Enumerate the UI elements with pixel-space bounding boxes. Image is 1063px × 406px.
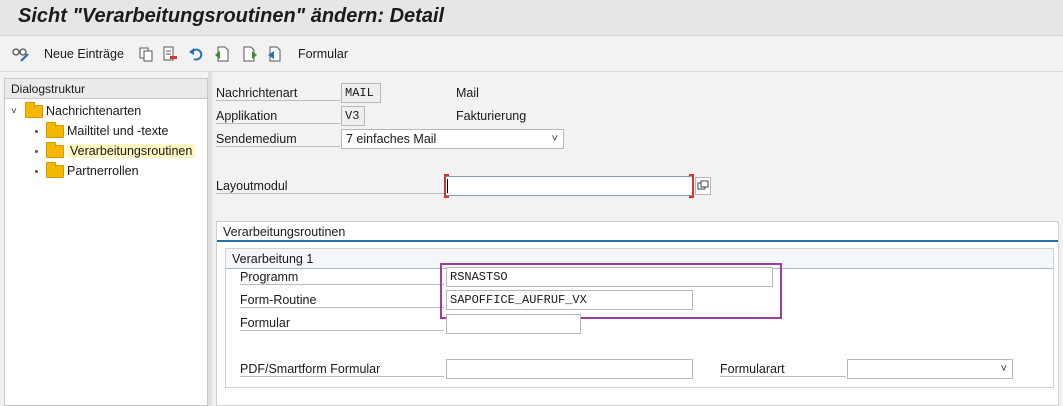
formular-button-label: Formular [298,47,349,61]
display-change-button[interactable] [12,45,29,63]
layoutmodul-label: Layoutmodul [216,179,444,194]
form-routine-label: Form-Routine [240,293,444,308]
glasses-pencil-icon [12,46,29,62]
required-marker-left [444,174,449,198]
applikation-label: Applikation [216,109,340,124]
folder-icon [46,121,64,138]
tree-item-verarbeitungsroutinen[interactable]: Verarbeitungsroutinen [35,141,196,161]
page-export-icon [266,46,282,62]
value-help-button[interactable] [695,177,711,195]
page-previous-icon [214,46,230,62]
sendemedium-label: Sendemedium [216,132,340,147]
detail-area: Nachrichtenart MAIL Mail Applikation V3 … [212,72,1063,406]
title-bar: Sicht "Verarbeitungsroutinen" ändern: De… [0,0,1063,36]
bullet-icon [35,129,38,133]
page-next-icon [242,46,258,62]
undo-icon [188,46,204,62]
chevron-down-icon: ˅ [1000,363,1007,375]
highlight-box [440,263,782,319]
next-entry-button[interactable] [242,45,258,63]
nachrichtenart-label: Nachrichtenart [216,86,340,101]
required-marker-right [689,174,694,198]
dialog-structure-header: Dialogstruktur [5,79,207,99]
folder-open-icon [46,141,64,158]
sendemedium-select[interactable]: 7 einfaches Mail ˅ [341,129,564,149]
sendemedium-value: 7 einfaches Mail [346,132,437,146]
programm-label: Programm [240,270,444,285]
pdf-smartform-label: PDF/Smartform Formular [240,362,444,377]
formular-button[interactable]: Formular [298,45,348,63]
chevron-down-icon[interactable]: ˅ [11,106,25,117]
tree-item-partnerrollen[interactable]: Partnerrollen [35,161,139,181]
formular-label: Formular [240,316,444,331]
applikation-text: Fakturierung [456,109,527,123]
tree-item-label: Partnerrollen [67,164,139,178]
folder-open-icon [25,101,43,118]
copy-icon [138,46,154,62]
formular-input[interactable] [446,314,581,334]
tree-item-mailtitel[interactable]: Mailtitel und -texte [35,121,168,141]
nachrichtenart-field: MAIL [341,83,381,103]
delete-button[interactable] [162,45,178,63]
chevron-down-icon: ˅ [551,133,558,145]
bullet-icon [35,169,38,173]
new-entries-button[interactable]: Neue Einträge [44,45,124,63]
tree-item-label: Mailtitel und -texte [67,124,169,138]
delete-icon [162,46,178,62]
tree-item-label: Nachrichtenarten [46,104,142,118]
dialog-structure-panel: Dialogstruktur ˅ Nachrichtenarten Mailti… [4,78,208,406]
previous-entry-button[interactable] [214,45,230,63]
tree-item-label-selected: Verarbeitungsroutinen [67,144,196,158]
pdf-smartform-input[interactable] [446,359,693,379]
page-title: Sicht "Verarbeitungsroutinen" ändern: De… [18,5,445,27]
formularart-select[interactable]: ˅ [847,359,1013,379]
folder-icon [46,161,64,178]
bullet-icon [35,149,38,153]
copy-button[interactable] [138,45,154,63]
nachrichtenart-text: Mail [456,86,479,100]
applikation-field: V3 [341,106,365,126]
toolbar: Neue Einträge Formular [0,36,1063,72]
section-header: Verarbeitungsroutinen [217,222,1058,242]
value-help-icon [697,180,709,190]
undo-button[interactable] [188,45,204,63]
export-button[interactable] [266,45,282,63]
tree-item-nachrichtenarten[interactable]: ˅ Nachrichtenarten [11,101,141,121]
layoutmodul-input[interactable] [445,176,693,196]
formularart-label: Formularart [720,362,846,377]
new-entries-label: Neue Einträge [44,47,124,61]
